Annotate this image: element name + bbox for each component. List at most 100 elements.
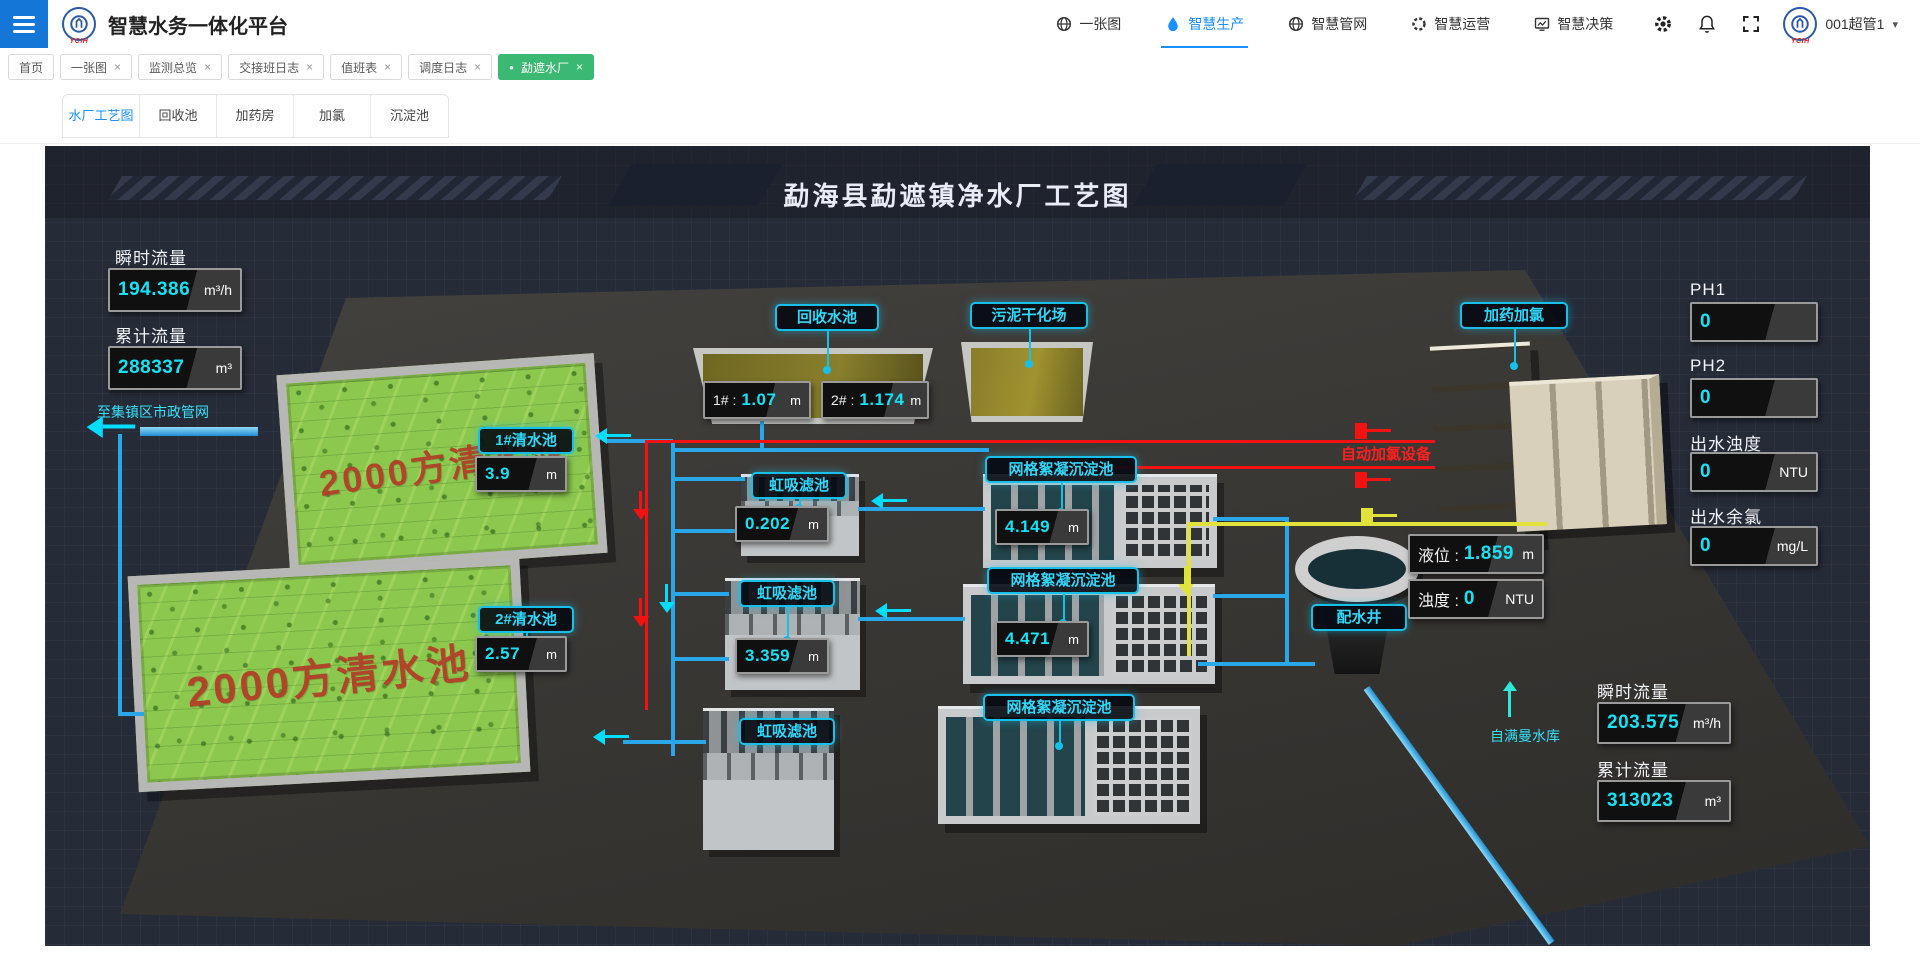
flow-arrow-left bbox=[887, 609, 911, 612]
label-dosing-building: 加药加氯 bbox=[1460, 302, 1568, 329]
gauge-recovery-2: 2# :1.174m bbox=[821, 381, 929, 419]
nav-smart-production[interactable]: 智慧生产 bbox=[1165, 0, 1244, 48]
gauge-grid-1: 4.149m bbox=[995, 509, 1089, 545]
tab-shift-log[interactable]: 交接班日志× bbox=[228, 54, 324, 80]
pipe-segment bbox=[1213, 517, 1289, 521]
app-header: YCIH 智慧水务一体化平台 一张图 智慧生产 智慧管网 智慧运营 智慧决策 bbox=[0, 0, 1920, 48]
dosing-building-wing bbox=[1509, 374, 1667, 532]
monitor-chart-icon bbox=[1534, 16, 1550, 32]
pipe-segment bbox=[675, 477, 745, 481]
subtab-chlorination[interactable]: 加氯 bbox=[294, 95, 371, 137]
label-recovery-pool: 回收水池 bbox=[775, 304, 879, 331]
nav-smart-operation[interactable]: 智慧运营 bbox=[1411, 0, 1490, 48]
close-icon[interactable]: × bbox=[204, 60, 211, 74]
bell-icon[interactable] bbox=[1697, 14, 1717, 34]
gear-icon[interactable] bbox=[1653, 14, 1673, 34]
globe-icon bbox=[1288, 16, 1304, 32]
pipe-segment bbox=[1285, 662, 1315, 666]
gauge-siphon-2: 3.359m bbox=[735, 638, 829, 674]
stat-ph1: 0 bbox=[1690, 302, 1818, 342]
nav-smart-pipeline[interactable]: 智慧管网 bbox=[1288, 0, 1367, 48]
grid-flocculation-basin-3 bbox=[938, 706, 1200, 824]
pipe-segment bbox=[675, 448, 989, 452]
chlorine-arrow-left bbox=[1367, 478, 1391, 481]
label-clear-pool-1: 1#清水池 bbox=[478, 427, 574, 454]
note-auto-chlorination: 自动加氯设备 bbox=[1341, 443, 1431, 464]
tab-duty-roster[interactable]: 值班表× bbox=[330, 54, 402, 80]
user-menu[interactable]: YCIH 001超管1 ▾ bbox=[1783, 7, 1898, 41]
stat-label: 累计流量 bbox=[115, 322, 187, 347]
nav-one-map[interactable]: 一张图 bbox=[1056, 0, 1121, 48]
close-icon[interactable]: × bbox=[384, 60, 391, 74]
logo-glyph bbox=[1790, 14, 1810, 34]
stat-label: PH2 bbox=[1690, 356, 1726, 376]
gauge-recovery-1: 1# :1.07m bbox=[703, 381, 811, 419]
tab-dispatch-log[interactable]: 调度日志× bbox=[408, 54, 492, 80]
stat-label: 出水余氯 bbox=[1690, 503, 1762, 528]
nav-smart-decision[interactable]: 智慧决策 bbox=[1534, 0, 1613, 48]
pipe-segment bbox=[760, 421, 764, 451]
subtab-dosing-room[interactable]: 加药房 bbox=[217, 95, 294, 137]
distribution-well-ring bbox=[1295, 536, 1419, 602]
gauge-clear-pool-1: 3.9m bbox=[475, 456, 567, 492]
chlorine-arrow-left bbox=[1367, 429, 1391, 432]
tab-mengzhe-plant-active[interactable]: ●勐遮水厂× bbox=[498, 54, 594, 80]
tab-monitor-overview[interactable]: 监测总览× bbox=[138, 54, 222, 80]
title-decor-block-left bbox=[608, 164, 782, 206]
stat-outflow-instant: 203.575m³/h bbox=[1597, 702, 1731, 744]
close-icon[interactable]: × bbox=[576, 60, 583, 74]
label-clear-pool-2: 2#清水池 bbox=[478, 606, 574, 633]
reservoir-arrow-up bbox=[1508, 691, 1511, 717]
flow-arrow-left bbox=[103, 424, 135, 428]
subtab-recovery-pool[interactable]: 回收池 bbox=[140, 95, 217, 137]
close-icon[interactable]: × bbox=[114, 60, 121, 74]
fullscreen-icon[interactable] bbox=[1741, 14, 1761, 34]
logo-text: YCIH bbox=[70, 38, 89, 45]
chlorine-arrow-down bbox=[639, 491, 642, 509]
tab-home[interactable]: 首页 bbox=[8, 54, 54, 80]
dosing-arrow-left bbox=[1373, 514, 1397, 517]
label-sludge-yard: 污泥干化场 bbox=[970, 302, 1088, 329]
avatar[interactable]: YCIH bbox=[1783, 7, 1817, 41]
hamburger-menu-button[interactable] bbox=[0, 0, 48, 48]
subtab-process-diagram[interactable]: 水厂工艺图 bbox=[63, 95, 140, 137]
pipe-segment bbox=[118, 434, 122, 716]
header-icon-cluster bbox=[1653, 14, 1761, 34]
label-grid-basin-3: 网格絮凝沉淀池 bbox=[983, 694, 1135, 721]
open-tabs-bar: 首页 一张图× 监测总览× 交接班日志× 值班表× 调度日志× ●勐遮水厂× bbox=[0, 48, 1920, 86]
chlorine-arrow-down bbox=[639, 598, 642, 616]
close-icon[interactable]: × bbox=[306, 60, 313, 74]
stat-label: 累计流量 bbox=[1597, 756, 1669, 781]
top-nav: 一张图 智慧生产 智慧管网 智慧运营 智慧决策 bbox=[1056, 0, 1613, 48]
flow-arrow-left bbox=[883, 499, 907, 502]
chlorine-pipe bbox=[645, 440, 648, 710]
stat-ph2: 0 bbox=[1690, 378, 1818, 418]
subtab-sedimentation[interactable]: 沉淀池 bbox=[371, 95, 448, 137]
label-siphon-filter-3: 虹吸滤池 bbox=[739, 718, 835, 745]
gauge-grid-2: 4.471m bbox=[995, 621, 1089, 657]
gauge-well-turbidity: 浊度 :0NTU bbox=[1408, 579, 1544, 619]
globe-icon bbox=[1056, 16, 1072, 32]
title-decor-right bbox=[1353, 176, 1807, 200]
gauge-well-level: 液位 :1.859m bbox=[1408, 534, 1544, 574]
title-decor-left bbox=[108, 176, 562, 200]
pool-capacity-text: 2000方清水池 bbox=[184, 629, 474, 720]
close-icon[interactable]: × bbox=[474, 60, 481, 74]
username: 001超管1 bbox=[1825, 14, 1884, 34]
sludge-drying-yard bbox=[961, 342, 1093, 422]
app-title: 智慧水务一体化平台 bbox=[108, 10, 288, 39]
active-dot-icon: ● bbox=[509, 63, 514, 72]
tab-one-map[interactable]: 一张图× bbox=[60, 54, 132, 80]
pipe-segment bbox=[671, 441, 675, 756]
pipe-segment bbox=[675, 657, 729, 661]
stat-inflow-total: 288337m³ bbox=[108, 346, 242, 390]
flow-arrow-left bbox=[607, 434, 631, 437]
stat-outflow-total: 313023m³ bbox=[1597, 780, 1731, 822]
title-decor-block-right bbox=[1133, 164, 1307, 206]
stat-label: 瞬时流量 bbox=[115, 244, 187, 269]
app-logo: YCIH bbox=[62, 7, 96, 41]
avatar-logo-text: YCIH bbox=[1791, 38, 1810, 45]
label-distribution-well: 配水井 bbox=[1311, 604, 1407, 631]
flow-arrow-down bbox=[665, 584, 668, 602]
caret-down-icon[interactable]: ▾ bbox=[1892, 18, 1898, 31]
